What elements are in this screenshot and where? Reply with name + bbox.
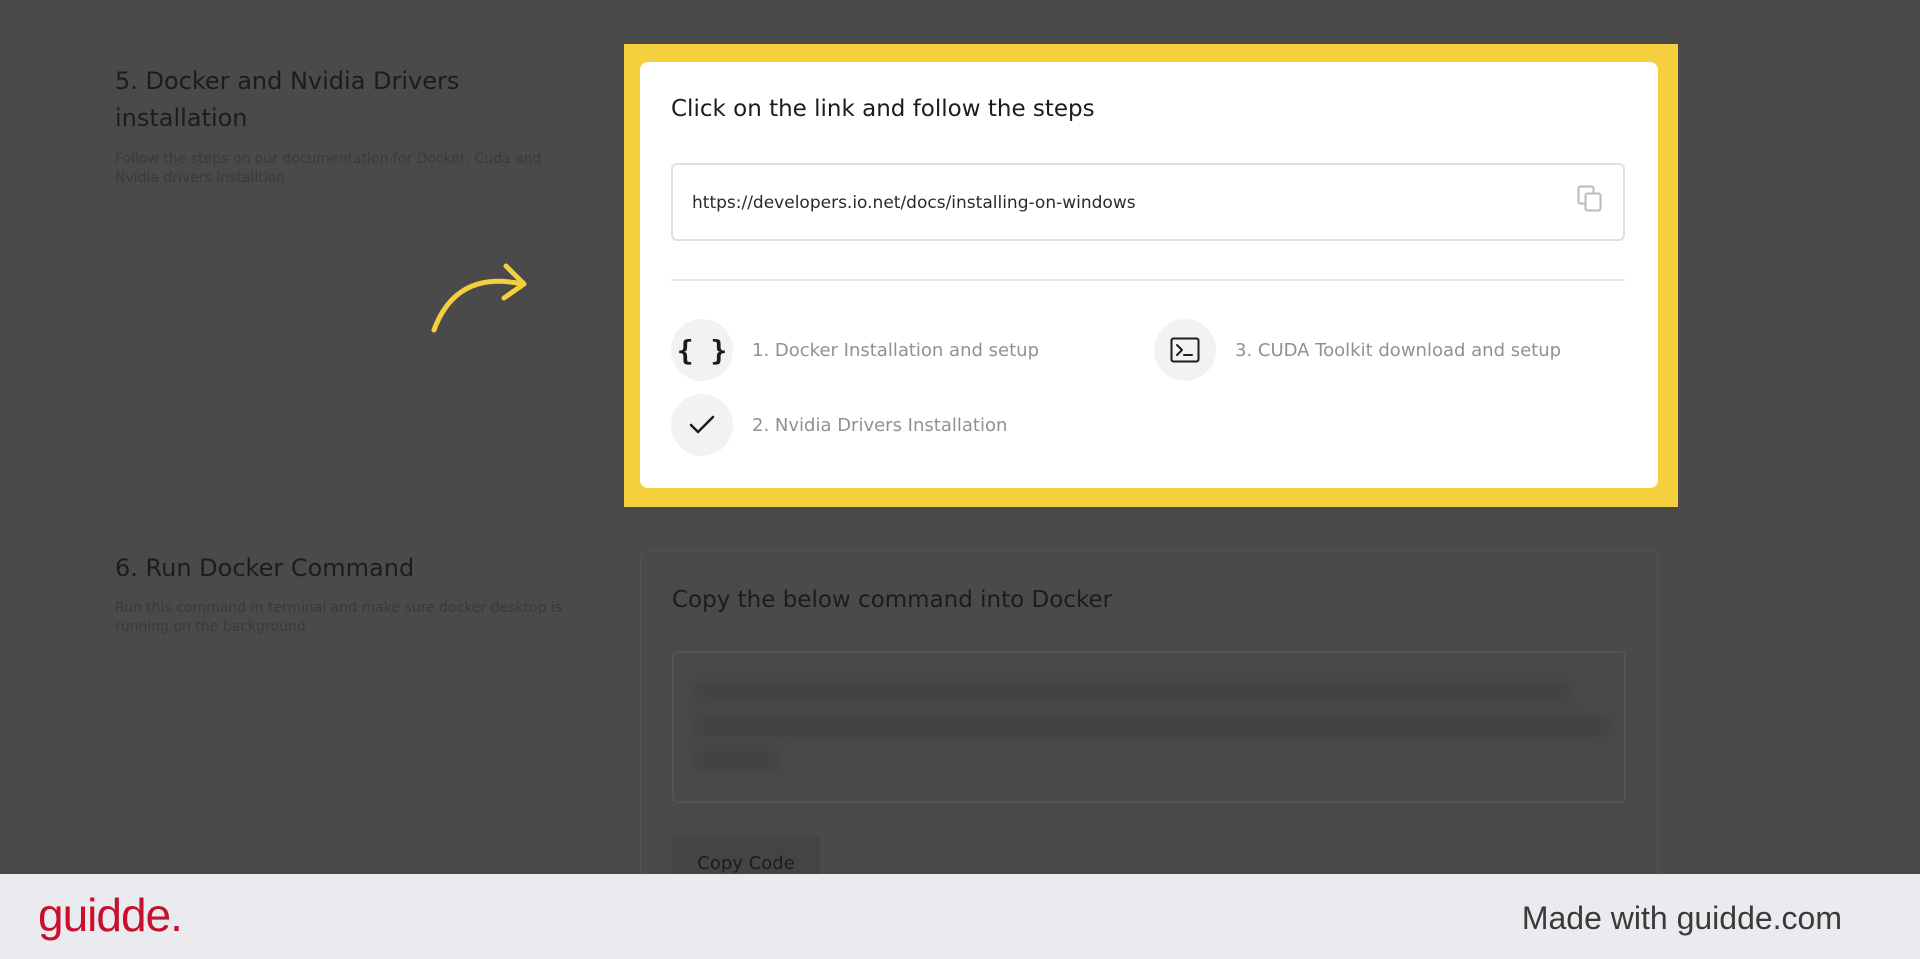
divider xyxy=(671,279,1625,281)
blurred-code-line xyxy=(692,715,1612,737)
footer: guidde. Made with guidde.com xyxy=(0,874,1920,959)
step-label: 1. Docker Installation and setup xyxy=(752,339,1039,361)
check-icon xyxy=(671,394,733,456)
braces-icon: { } xyxy=(671,319,733,381)
section-desc-line: Follow the steps on our documentation fo… xyxy=(115,151,542,167)
blurred-code-line xyxy=(692,681,1572,703)
docs-url-link[interactable]: https://developers.io.net/docs/installin… xyxy=(692,193,1136,213)
card-title: Click on the link and follow the steps xyxy=(671,96,1095,122)
docker-command-card: Copy the below command into Docker Copy … xyxy=(640,550,1658,874)
guidde-logo[interactable]: guidde. xyxy=(38,888,183,942)
page: 5. Docker and Nvidia Drivers installatio… xyxy=(0,0,1920,874)
section-title-line: installation xyxy=(115,104,248,132)
section-desc-line: Run this command in terminal and make su… xyxy=(115,600,563,616)
section-title-line: 5. Docker and Nvidia Drivers xyxy=(115,67,460,95)
section-desc-run-command: Run this command in terminal and make su… xyxy=(115,599,562,637)
section-title-docker-drivers: 5. Docker and Nvidia Drivers installatio… xyxy=(115,63,459,137)
section-title-run-command: 6. Run Docker Command xyxy=(115,554,415,582)
made-with-text: Made with guidde.com xyxy=(1521,900,1842,936)
section-desc-line: running on the background xyxy=(115,619,306,635)
blurred-code-line xyxy=(692,749,782,771)
pointer-arrow-icon xyxy=(431,263,527,333)
install-steps-card: Click on the link and follow the steps h… xyxy=(640,62,1658,488)
step-cuda-toolkit[interactable]: 3. CUDA Toolkit download and setup xyxy=(1154,319,1561,381)
section-desc-docker-drivers: Follow the steps on our documentation fo… xyxy=(115,150,541,188)
step-label: 2. Nvidia Drivers Installation xyxy=(752,414,1008,436)
card-title: Copy the below command into Docker xyxy=(672,587,1113,613)
terminal-icon xyxy=(1154,319,1216,381)
step-docker-installation[interactable]: { } 1. Docker Installation and setup xyxy=(671,319,1039,381)
step-nvidia-drivers[interactable]: 2. Nvidia Drivers Installation xyxy=(671,394,1007,456)
section-desc-line: Nvidia drivers installtion xyxy=(115,170,286,186)
command-code-box[interactable] xyxy=(672,651,1626,803)
copy-icon[interactable] xyxy=(1577,185,1603,213)
docs-url-field[interactable]: https://developers.io.net/docs/installin… xyxy=(671,163,1625,241)
copy-code-button[interactable]: Copy Code xyxy=(672,837,820,874)
step-label: 3. CUDA Toolkit download and setup xyxy=(1235,339,1562,361)
